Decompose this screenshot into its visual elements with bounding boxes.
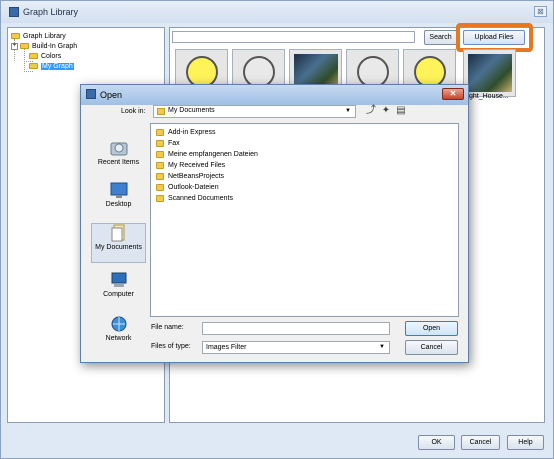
graph-thumbnail[interactable]	[463, 49, 516, 97]
computer-icon	[111, 272, 126, 287]
list-item[interactable]: Meine empfangenen Dateien	[156, 150, 258, 159]
folder-icon	[156, 129, 164, 136]
dialog-titlebar[interactable]: Open ✕	[81, 85, 468, 105]
tree-item-build-in-graph[interactable]: + Build-In Graph	[11, 41, 77, 51]
chevron-down-icon: ▼	[345, 108, 351, 114]
recent-items-icon	[110, 142, 127, 156]
house-photo-image	[468, 54, 512, 92]
tree-connector	[24, 71, 33, 72]
folder-icon	[29, 53, 38, 59]
list-item[interactable]: NetBeansProjects	[156, 172, 224, 181]
tree-item-label: Colors	[41, 52, 62, 60]
list-item[interactable]: Scanned Documents	[156, 194, 233, 203]
file-name: NetBeansProjects	[168, 173, 225, 180]
dialog-app-icon	[86, 89, 96, 99]
file-list: Add-in Express Fax Meine empfangenen Dat…	[150, 123, 459, 317]
places-bar: Recent Items Desktop My Documents Comput…	[91, 125, 146, 358]
folder-icon	[156, 140, 164, 147]
place-network[interactable]: Network	[91, 315, 146, 355]
place-label: My Documents	[95, 244, 142, 251]
file-name-label: File name:	[151, 324, 184, 331]
place-computer[interactable]: Computer	[91, 271, 146, 311]
open-file-dialog: Open ✕ Look in: My Documents ▼ ⤴ ✦ ▤ Rec…	[80, 84, 469, 363]
list-item[interactable]: Outlook-Dateien	[156, 183, 219, 192]
close-window-button[interactable]: ⊠	[534, 6, 547, 17]
close-dialog-button[interactable]: ✕	[442, 88, 464, 100]
place-desktop[interactable]: Desktop	[91, 181, 146, 221]
thumbnail-label: ght_House...	[469, 93, 509, 100]
folder-icon	[156, 195, 164, 202]
folder-icon	[11, 33, 20, 39]
list-item[interactable]: Add-in Express	[156, 128, 215, 137]
tree-item-my-graph[interactable]: My Graph	[29, 61, 74, 71]
folder-up-icon[interactable]: ⤴	[365, 106, 377, 117]
folder-icon	[156, 162, 164, 169]
view-menu-icon[interactable]: ▤	[395, 106, 407, 117]
look-in-select[interactable]: My Documents ▼	[153, 105, 356, 118]
place-label: Computer	[103, 291, 134, 298]
help-button[interactable]: Help	[507, 435, 544, 450]
tree-item-root[interactable]: Graph Library	[11, 31, 66, 41]
dialog-title: Open	[100, 90, 123, 100]
files-of-type-label: Files of type:	[151, 343, 191, 350]
place-label: Desktop	[105, 201, 132, 208]
window-titlebar[interactable]: Graph Library ⊠	[1, 1, 553, 23]
place-label: Recent Items	[97, 159, 140, 166]
file-name-field[interactable]	[202, 322, 390, 335]
files-of-type-select[interactable]: Images Filter ▼	[202, 341, 390, 354]
tree-item-label: My Graph	[41, 62, 74, 70]
folder-icon	[156, 151, 164, 158]
list-item[interactable]: My Received Files	[156, 161, 225, 170]
folder-icon	[157, 108, 165, 115]
file-name: Scanned Documents	[168, 195, 233, 202]
file-name: My Received Files	[168, 162, 226, 169]
search-input[interactable]	[172, 31, 415, 43]
new-folder-icon[interactable]: ✦	[380, 106, 392, 117]
expand-icon[interactable]: +	[11, 42, 18, 50]
search-button[interactable]: Search	[424, 30, 457, 45]
tree-item-colors[interactable]: Colors	[29, 51, 61, 61]
upload-files-button[interactable]: Upload Files	[463, 30, 525, 45]
folder-icon	[156, 184, 164, 191]
files-of-type-value: Images Filter	[206, 344, 247, 351]
file-name: Outlook-Dateien	[168, 184, 219, 191]
file-name: Meine empfangenen Dateien	[168, 151, 258, 158]
cancel-button[interactable]: Cancel	[461, 435, 500, 450]
file-name: Add-in Express	[168, 129, 216, 136]
desktop-icon	[110, 182, 127, 198]
folder-icon	[29, 63, 38, 69]
list-item[interactable]: Fax	[156, 139, 180, 148]
ok-button[interactable]: OK	[418, 435, 455, 450]
chevron-down-icon: ▼	[379, 344, 385, 350]
network-icon	[111, 316, 126, 332]
place-label: Network	[105, 335, 132, 342]
place-my-documents[interactable]: My Documents	[91, 223, 146, 263]
folder-icon	[156, 173, 164, 180]
look-in-label: Look in:	[121, 108, 146, 115]
look-in-value: My Documents	[168, 107, 215, 114]
folder-icon	[20, 43, 29, 49]
window-title: Graph Library	[23, 7, 79, 17]
tree-item-label: Graph Library	[23, 32, 66, 40]
place-recent-items[interactable]: Recent Items	[91, 139, 146, 179]
my-documents-icon	[111, 224, 124, 242]
open-button[interactable]: Open	[405, 321, 458, 336]
app-icon	[9, 7, 19, 17]
file-name: Fax	[168, 140, 180, 147]
dialog-cancel-button[interactable]: Cancel	[405, 340, 458, 355]
tree-item-label: Build-In Graph	[32, 42, 78, 50]
